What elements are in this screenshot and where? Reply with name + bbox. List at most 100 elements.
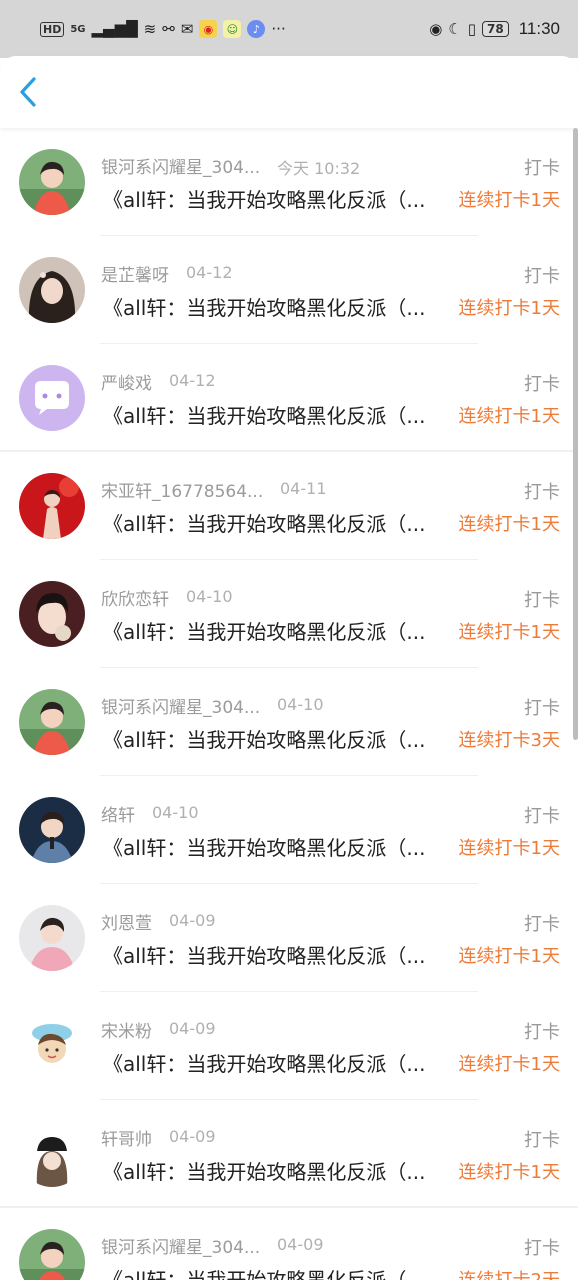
book-title[interactable]: 《all轩：当我开始攻略黑化反派（... [103,724,449,753]
checkin-tag: 打卡 [524,1238,560,1259]
streak-label: 连续打卡1天 [458,298,560,319]
streak-label: 连续打卡1天 [458,190,560,211]
post-date: 04-10 [152,803,199,822]
status-right: ◉ ☾ ▯ 78 11:30 [429,19,560,39]
user-name[interactable]: 轩哥帅 [101,1125,152,1150]
streak-label: 连续打卡1天 [458,622,560,643]
post-date: 04-09 [169,911,216,930]
status-bar: HD 5G ▂▄▆█ ≋ ⚯ ✉ ◉ ☺ ♪ ··· ◉ ☾ ▯ 78 11:3… [0,0,578,58]
streak-label: 连续打卡1天 [458,1162,560,1183]
checkin-tag: 打卡 [524,590,560,611]
link-icon: ⚯ [162,20,175,38]
book-title[interactable]: 《all轩：当我开始攻略黑化反派（... [103,508,449,537]
list-item[interactable]: 严峻戏 04-12 打卡 《all轩：当我开始攻略黑化反派（... 连续打卡1天 [0,344,578,452]
avatar-boy-red-jacket[interactable] [19,689,85,755]
book-title[interactable]: 《all轩：当我开始攻略黑化反派（... [103,400,449,429]
checkin-tag: 打卡 [524,266,560,287]
checkin-tag: 打卡 [524,1022,560,1043]
avatar-boy-red-jacket[interactable] [19,149,85,215]
post-date: 04-09 [169,1019,216,1038]
book-title[interactable]: 《all轩：当我开始攻略黑化反派（... [103,940,449,969]
book-title[interactable]: 《all轩：当我开始攻略黑化反派（... [103,184,449,213]
music-icon: ♪ [247,20,266,38]
checkin-list[interactable]: 银河系闪耀星_304... 今天 10:32 打卡 《all轩：当我开始攻略黑化… [0,128,578,1280]
post-date: 04-10 [186,587,233,606]
scrollbar[interactable] [573,128,578,740]
list-item[interactable]: 轩哥帅 04-09 打卡 《all轩：当我开始攻略黑化反派（... 连续打卡1天 [0,1100,578,1208]
avatar-boy-pink[interactable] [19,905,85,971]
streak-label: 连续打卡2天 [459,1266,560,1280]
checkin-tag: 打卡 [524,482,560,503]
post-date: 04-09 [277,1235,324,1254]
user-name[interactable]: 宋米粉 [101,1017,152,1042]
moon-icon: ☾ [448,20,462,38]
user-name[interactable]: 银河系闪耀星_304... [101,153,260,178]
streak-label: 连续打卡1天 [458,514,560,535]
checkin-tag: 打卡 [524,806,560,827]
list-item[interactable]: 宋米粉 04-09 打卡 《all轩：当我开始攻略黑化反派（... 连续打卡1天 [0,992,578,1100]
streak-label: 连续打卡1天 [458,406,560,427]
book-title[interactable]: 《all轩：当我开始攻略黑化反派（... [103,1156,449,1185]
vibrate-icon: ▯ [467,20,477,38]
user-name[interactable]: 银河系闪耀星_304... [101,693,260,718]
book-title[interactable]: 《all轩：当我开始攻略黑化反派（... [103,292,449,321]
post-date: 04-12 [186,263,233,282]
user-name[interactable]: 是芷馨呀 [101,261,169,286]
avatar-default-chat[interactable] [19,365,85,431]
list-item[interactable]: 络轩 04-10 打卡 《all轩：当我开始攻略黑化反派（... 连续打卡1天 [0,776,578,884]
book-title[interactable]: 《all轩：当我开始攻略黑化反派（... [103,1264,449,1280]
streak-label: 连续打卡1天 [458,838,560,859]
list-item[interactable]: 宋亚轩_16778564... 04-11 打卡 《all轩：当我开始攻略黑化反… [0,452,578,560]
user-name[interactable]: 欣欣恋轩 [101,585,169,610]
user-name[interactable]: 严峻戏 [101,369,152,394]
status-left: HD 5G ▂▄▆█ ≋ ⚯ ✉ ◉ ☺ ♪ ··· [40,20,286,38]
wifi-icon: ≋ [143,20,157,38]
post-date: 04-09 [169,1127,216,1146]
avatar-girl[interactable] [19,257,85,323]
book-title[interactable]: 《all轩：当我开始攻略黑化反派（... [103,1048,449,1077]
avatar-girl-hat[interactable] [19,1121,85,1187]
checkin-tag: 打卡 [524,374,560,395]
wechat-icon: ✉ [180,20,194,38]
eye-icon: ◉ [429,20,443,38]
user-name[interactable]: 刘恩萱 [101,909,152,934]
list-item[interactable]: 银河系闪耀星_304... 04-09 打卡 《all轩：当我开始攻略黑化反派（… [0,1208,578,1280]
checkin-tag: 打卡 [524,158,560,179]
back-button[interactable] [18,76,48,112]
checkin-tag: 打卡 [524,698,560,719]
post-date: 今天 10:32 [277,159,361,178]
streak-label: 连续打卡1天 [458,1054,560,1075]
avatar-boy-dark[interactable] [19,581,85,647]
avatar-boy-mic[interactable] [19,797,85,863]
list-item[interactable]: 刘恩萱 04-09 打卡 《all轩：当我开始攻略黑化反派（... 连续打卡1天 [0,884,578,992]
book-title[interactable]: 《all轩：当我开始攻略黑化反派（... [103,616,449,645]
list-item[interactable]: 银河系闪耀星_304... 今天 10:32 打卡 《all轩：当我开始攻略黑化… [0,128,578,236]
checkin-tag: 打卡 [524,1130,560,1151]
streak-label: 连续打卡3天 [458,730,560,751]
weibo-icon: ◉ [199,20,218,38]
more-notifications-icon: ··· [271,20,286,38]
signal-icon: ▂▄▆█ [91,20,138,38]
app-icon: ☺ [223,20,242,38]
list-item[interactable]: 欣欣恋轩 04-10 打卡 《all轩：当我开始攻略黑化反派（... 连续打卡1… [0,560,578,668]
clock: 11:30 [518,19,560,38]
user-name[interactable]: 银河系闪耀星_304... [101,1233,260,1258]
avatar-cartoon-dolphin[interactable] [19,1013,85,1079]
post-date: 04-12 [169,371,216,390]
hd-icon: HD [40,21,65,37]
book-title[interactable]: 《all轩：当我开始攻略黑化反派（... [103,832,449,861]
post-date: 04-11 [280,479,327,498]
chevron-left-icon [20,77,36,107]
checkin-tag: 打卡 [524,914,560,935]
top-nav-bar [0,56,578,128]
network-label: 5G [70,23,86,35]
battery-indicator: 78 [482,21,509,37]
streak-label: 连续打卡1天 [458,946,560,967]
user-name[interactable]: 宋亚轩_16778564... [101,477,263,502]
post-date: 04-10 [277,695,324,714]
avatar-red-stage[interactable] [19,473,85,539]
list-item[interactable]: 是芷馨呀 04-12 打卡 《all轩：当我开始攻略黑化反派（... 连续打卡1… [0,236,578,344]
avatar-boy-red-jacket[interactable] [19,1229,85,1280]
list-item[interactable]: 银河系闪耀星_304... 04-10 打卡 《all轩：当我开始攻略黑化反派（… [0,668,578,776]
user-name[interactable]: 络轩 [101,801,135,826]
